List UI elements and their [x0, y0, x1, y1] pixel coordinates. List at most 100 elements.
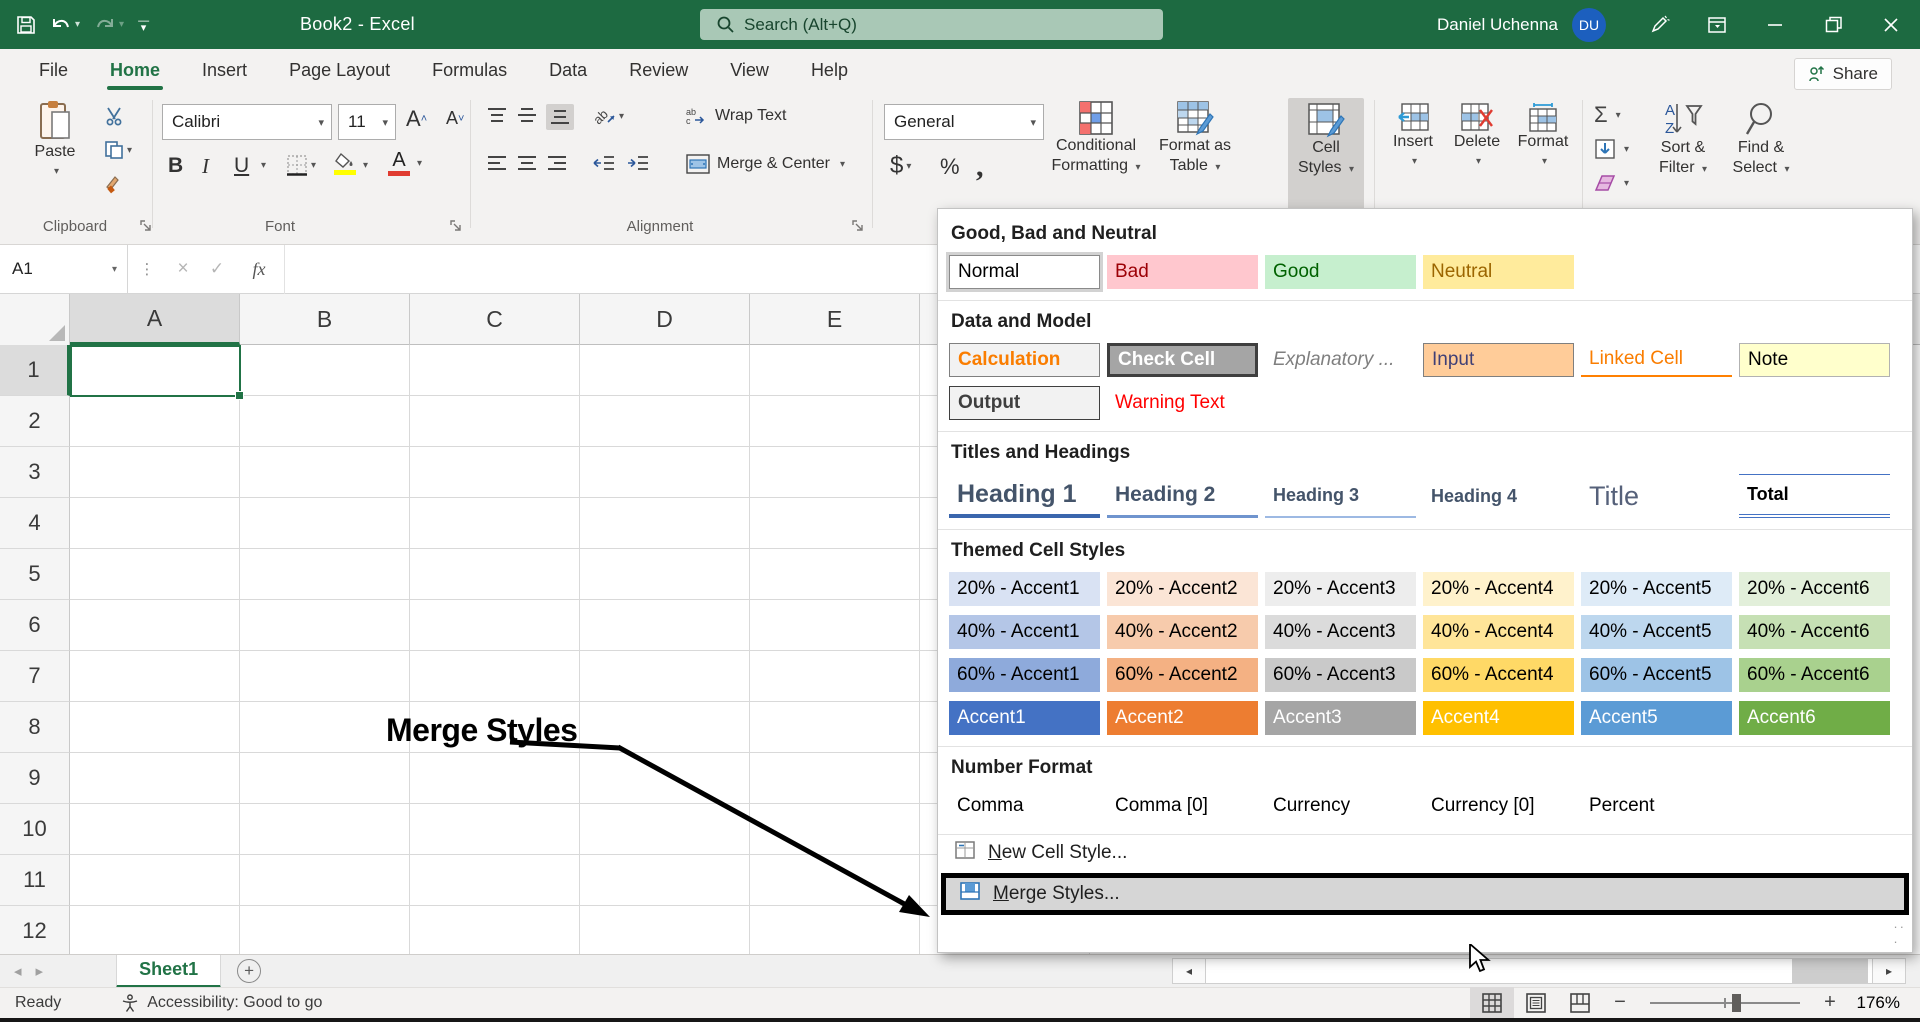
grid-cell[interactable] — [410, 906, 580, 954]
row-header-8[interactable]: 8 — [0, 702, 70, 753]
underline-button[interactable]: U — [234, 154, 249, 178]
format-as-table-button[interactable]: Format as Table ▾ — [1152, 100, 1238, 178]
editing-mode-icon[interactable] — [1630, 0, 1688, 49]
scrollbar-thumb[interactable] — [1792, 959, 1868, 983]
tab-help[interactable]: Help — [790, 49, 869, 92]
select-all-corner[interactable] — [0, 294, 70, 345]
page-layout-view-button[interactable] — [1514, 987, 1558, 1018]
grid-cell[interactable] — [240, 804, 410, 855]
row-header-1[interactable]: 1 — [0, 345, 70, 396]
grid-cell[interactable] — [750, 702, 920, 753]
grid-cell[interactable] — [70, 447, 240, 498]
grid-cell[interactable] — [410, 600, 580, 651]
grid-cell[interactable] — [410, 549, 580, 600]
grid-cell[interactable] — [750, 549, 920, 600]
resize-grip-icon[interactable]: ··· — [1893, 919, 1906, 949]
grid-cell[interactable] — [70, 651, 240, 702]
row-header-5[interactable]: 5 — [0, 549, 70, 600]
style-calculation[interactable]: Calculation — [949, 343, 1100, 377]
top-align-button[interactable] — [486, 106, 508, 126]
zoom-out-button[interactable]: − — [1602, 987, 1638, 1018]
row-header-11[interactable]: 11 — [0, 855, 70, 906]
grid-cell[interactable] — [70, 702, 240, 753]
grid-cell[interactable] — [410, 396, 580, 447]
grid-cell[interactable] — [750, 804, 920, 855]
grid-cell[interactable] — [410, 498, 580, 549]
grid-cell[interactable] — [580, 702, 750, 753]
style-60-accent6[interactable]: 60% - Accent6 — [1739, 658, 1890, 692]
style-40-accent6[interactable]: 40% - Accent6 — [1739, 615, 1890, 649]
horizontal-scrollbar[interactable]: ◂ ▸ — [1172, 958, 1906, 984]
style-20-accent6[interactable]: 20% - Accent6 — [1739, 572, 1890, 606]
style-check-cell[interactable]: Check Cell — [1107, 343, 1258, 377]
wrap-text-button[interactable]: abc Wrap Text — [686, 106, 786, 126]
grid-cell[interactable] — [410, 855, 580, 906]
style-accent3[interactable]: Accent3 — [1265, 701, 1416, 735]
style-linked-cell[interactable]: Linked Cell — [1581, 343, 1732, 377]
grid-cell[interactable] — [70, 396, 240, 447]
sort-filter-button[interactable]: AZ Sort & Filter ▾ — [1648, 100, 1718, 180]
grid-cell[interactable] — [70, 600, 240, 651]
column-header-d[interactable]: D — [580, 294, 750, 345]
style-20-accent3[interactable]: 20% - Accent3 — [1265, 572, 1416, 606]
style-heading-3[interactable]: Heading 3 — [1265, 474, 1416, 518]
increase-indent-button[interactable] — [626, 154, 650, 174]
style-title[interactable]: Title — [1581, 474, 1732, 518]
style-percent[interactable]: Percent — [1581, 789, 1732, 823]
row-header-6[interactable]: 6 — [0, 600, 70, 651]
grid-cell[interactable] — [580, 906, 750, 954]
name-box[interactable]: A1 ▾ — [0, 245, 128, 294]
zoom-slider-thumb[interactable] — [1732, 994, 1741, 1012]
grid-cell[interactable] — [410, 651, 580, 702]
grid-cell[interactable] — [580, 804, 750, 855]
grid-cell[interactable] — [70, 855, 240, 906]
grid-cell[interactable] — [240, 549, 410, 600]
scroll-left-icon[interactable]: ◂ — [1172, 958, 1206, 984]
normal-view-button[interactable] — [1470, 987, 1514, 1018]
grid-cell[interactable] — [70, 753, 240, 804]
delete-cells-button[interactable]: Delete ▾ — [1448, 102, 1506, 172]
style-warning-text[interactable]: Warning Text — [1107, 386, 1258, 420]
accessibility-status[interactable]: Accessibility: Good to go — [121, 994, 322, 1012]
style-normal[interactable]: Normal — [949, 255, 1100, 289]
font-family-select[interactable]: Calibri▾ — [162, 104, 332, 140]
grid-cell[interactable] — [580, 498, 750, 549]
grid-cell[interactable] — [410, 753, 580, 804]
chevron-down-icon[interactable]: ▾ — [112, 264, 117, 275]
sheet-nav-right-icon[interactable]: ▸ — [36, 962, 44, 980]
grid-cell[interactable] — [410, 447, 580, 498]
style-currency-0[interactable]: Currency [0] — [1423, 789, 1574, 823]
grid-cell[interactable] — [750, 855, 920, 906]
font-dialog-launcher-icon[interactable] — [450, 220, 463, 238]
grid-cell[interactable] — [240, 498, 410, 549]
style-60-accent5[interactable]: 60% - Accent5 — [1581, 658, 1732, 692]
style-accent4[interactable]: Accent4 — [1423, 701, 1574, 735]
copy-button[interactable]: ▾ — [104, 140, 132, 160]
zoom-slider[interactable] — [1650, 1002, 1800, 1004]
tab-page-layout[interactable]: Page Layout — [268, 49, 411, 92]
grid-cell[interactable] — [410, 345, 580, 396]
style-total[interactable]: Total — [1739, 474, 1890, 518]
grid-cell[interactable] — [240, 702, 410, 753]
share-button[interactable]: Share — [1794, 58, 1892, 90]
row-header-3[interactable]: 3 — [0, 447, 70, 498]
style-note[interactable]: Note — [1739, 343, 1890, 377]
style-40-accent1[interactable]: 40% - Accent1 — [949, 615, 1100, 649]
align-left-button[interactable] — [486, 154, 508, 174]
grid-cell[interactable] — [580, 447, 750, 498]
ribbon-display-options-icon[interactable] — [1688, 0, 1746, 49]
style-neutral[interactable]: Neutral — [1423, 255, 1574, 289]
fill-button[interactable]: ▾ — [1594, 138, 1629, 160]
style-40-accent3[interactable]: 40% - Accent3 — [1265, 615, 1416, 649]
grid-cell[interactable] — [580, 549, 750, 600]
style-accent2[interactable]: Accent2 — [1107, 701, 1258, 735]
row-header-12[interactable]: 12 — [0, 906, 70, 954]
fill-color-button[interactable]: ▾ — [334, 152, 356, 175]
style-input[interactable]: Input — [1423, 343, 1574, 377]
scroll-right-icon[interactable]: ▸ — [1872, 958, 1906, 984]
conditional-formatting-button[interactable]: Conditional Formatting ▾ — [1048, 100, 1144, 178]
chevron-down-icon[interactable]: ▾ — [75, 19, 80, 30]
save-icon[interactable] — [16, 15, 36, 35]
column-header-b[interactable]: B — [240, 294, 410, 345]
format-cells-button[interactable]: Format ▾ — [1512, 102, 1574, 172]
